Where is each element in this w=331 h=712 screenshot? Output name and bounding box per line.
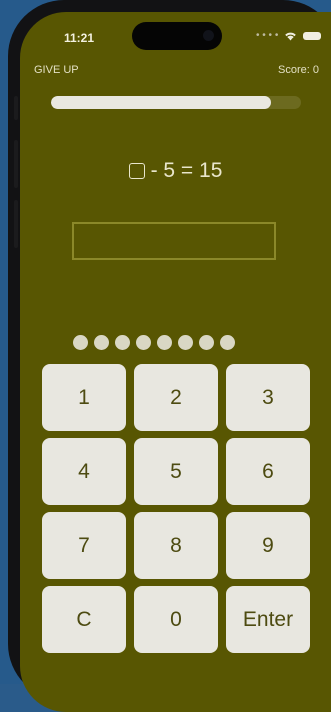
battery-icon (303, 31, 322, 40)
side-button-volume-down (14, 200, 18, 248)
key-1-button[interactable]: 1 (42, 364, 126, 431)
number-keypad: 1 2 3 4 5 6 7 8 9 C 0 Enter (42, 364, 310, 653)
attempts-indicator (73, 335, 235, 350)
side-button-mute (14, 96, 18, 120)
blank-square-icon (128, 163, 145, 179)
attempt-dot-icon (220, 335, 235, 350)
key-4-button[interactable]: 4 (42, 438, 126, 505)
key-3-button[interactable]: 3 (226, 364, 310, 431)
key-enter-button[interactable]: Enter (226, 586, 310, 653)
attempt-dot-icon (199, 335, 214, 350)
progress-bar (51, 96, 301, 109)
equation: - 5 = 15 (20, 159, 331, 183)
key-c-button[interactable]: C (42, 586, 126, 653)
status-icons: • • • • (256, 30, 322, 41)
give-up-button[interactable]: GIVE UP (34, 64, 79, 76)
score-label: Score: 0 (278, 64, 319, 76)
equation-text: - 5 = 15 (150, 159, 223, 182)
key-5-button[interactable]: 5 (134, 438, 218, 505)
wifi-icon (285, 32, 297, 40)
status-time: 11:21 (64, 31, 95, 45)
signal-dots-icon: • • • • (256, 30, 279, 41)
dynamic-island (132, 22, 222, 50)
attempt-dot-icon (115, 335, 130, 350)
key-8-button[interactable]: 8 (134, 512, 218, 579)
attempt-dot-icon (136, 335, 151, 350)
attempt-dot-icon (178, 335, 193, 350)
key-0-button[interactable]: 0 (134, 586, 218, 653)
key-6-button[interactable]: 6 (226, 438, 310, 505)
key-9-button[interactable]: 9 (226, 512, 310, 579)
camera-icon (203, 30, 214, 41)
attempt-dot-icon (157, 335, 172, 350)
answer-input[interactable] (72, 222, 276, 260)
attempt-dot-icon (73, 335, 88, 350)
side-button-volume-up (14, 140, 18, 188)
attempt-dot-icon (94, 335, 109, 350)
key-7-button[interactable]: 7 (42, 512, 126, 579)
progress-bar-fill (51, 96, 271, 109)
app-screen: 11:21 • • • • GIVE UP Score: 0 - 5 = 15 … (20, 12, 331, 712)
key-2-button[interactable]: 2 (134, 364, 218, 431)
